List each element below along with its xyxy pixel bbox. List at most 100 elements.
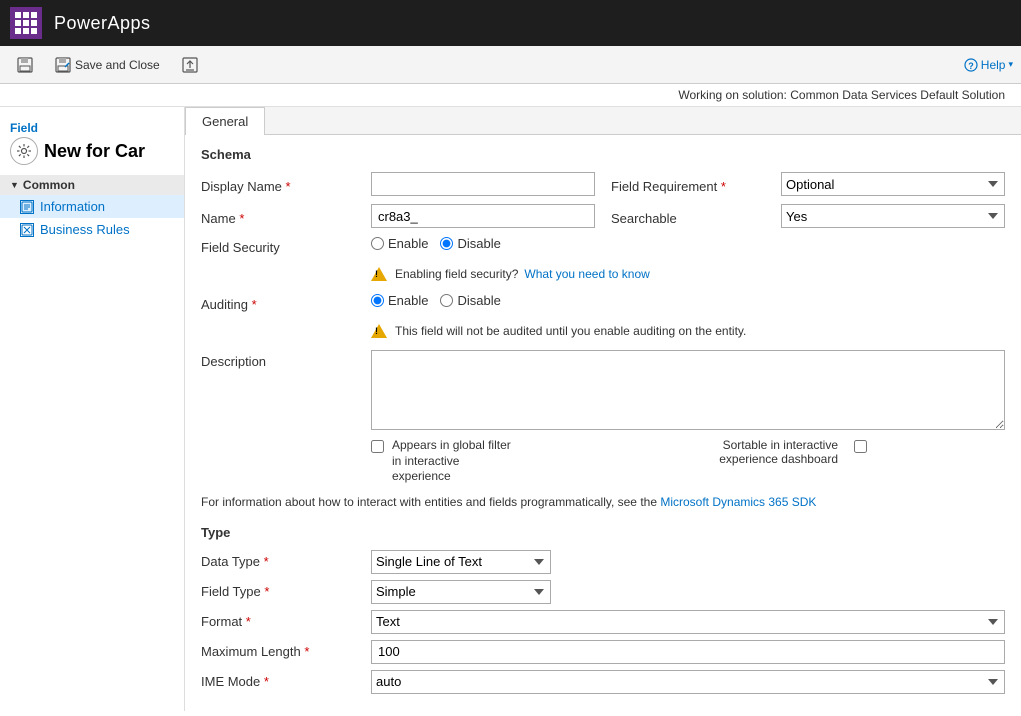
rules-icon bbox=[21, 224, 33, 236]
field-requirement-label: Field Requirement * bbox=[611, 175, 781, 194]
field-security-disable-label: Disable bbox=[457, 236, 500, 251]
field-security-enable-label: Enable bbox=[388, 236, 428, 251]
tab-general-label: General bbox=[202, 114, 248, 129]
display-name-input[interactable] bbox=[371, 172, 595, 196]
help-dropdown-icon: ▾ bbox=[1008, 59, 1013, 70]
save-and-close-label: Save and Close bbox=[75, 58, 160, 72]
display-name-label: Display Name * bbox=[201, 175, 371, 194]
save-and-close-button[interactable]: Save and Close bbox=[46, 53, 169, 77]
field-req-required: * bbox=[721, 179, 726, 194]
field-type-required: * bbox=[264, 584, 269, 599]
field-security-disable-input[interactable] bbox=[440, 237, 453, 250]
data-type-row: Data Type * Single Line of Text bbox=[201, 550, 1005, 574]
field-security-enable-input[interactable] bbox=[371, 237, 384, 250]
name-control[interactable] bbox=[371, 204, 595, 228]
name-row: Name * Searchable Yes bbox=[201, 204, 1005, 228]
type-section-title: Type bbox=[201, 525, 1005, 540]
help-label: Help bbox=[981, 58, 1006, 72]
sdk-link[interactable]: Microsoft Dynamics 365 SDK bbox=[660, 495, 816, 509]
name-input[interactable] bbox=[371, 204, 595, 228]
field-security-control: Enable Disable bbox=[371, 236, 1005, 251]
waffle-grid-icon bbox=[15, 12, 37, 34]
entity-icon bbox=[10, 137, 38, 165]
field-security-row: Field Security Enable Disable bbox=[201, 236, 1005, 255]
export-button[interactable] bbox=[173, 53, 207, 77]
data-type-label: Data Type * bbox=[201, 554, 371, 569]
ime-mode-control: auto bbox=[371, 670, 1005, 694]
sortable-text: Sortable in interactive experience dashb… bbox=[698, 438, 838, 466]
field-type-label: Field Type * bbox=[201, 584, 371, 599]
save-button[interactable] bbox=[8, 53, 42, 77]
section-collapse-icon: ▼ bbox=[10, 180, 19, 190]
auditing-enable-input[interactable] bbox=[371, 294, 384, 307]
what-you-need-to-know-link[interactable]: What you need to know bbox=[524, 267, 649, 281]
entity-header: Field bbox=[0, 115, 184, 169]
section-label: Common bbox=[23, 178, 75, 192]
content-area: General Schema Display Name * bbox=[185, 107, 1021, 711]
tab-general[interactable]: General bbox=[185, 107, 265, 135]
tab-bar: General bbox=[185, 107, 1021, 135]
sidebar-item-business-rules[interactable]: Business Rules bbox=[0, 218, 184, 241]
auditing-row: Auditing * Enable Disable bbox=[201, 293, 1005, 312]
max-length-row: Maximum Length * bbox=[201, 640, 1005, 664]
field-requirement-col: Field Requirement * Optional bbox=[595, 172, 1005, 196]
sidebar: Field bbox=[0, 107, 185, 711]
format-select[interactable]: Text bbox=[371, 610, 1005, 634]
format-control: Text bbox=[371, 610, 1005, 634]
ime-mode-required: * bbox=[264, 674, 269, 689]
app-title: PowerApps bbox=[54, 13, 151, 34]
format-required: * bbox=[246, 614, 251, 629]
solution-bar: Working on solution: Common Data Service… bbox=[0, 84, 1021, 107]
auditing-enable-label: Enable bbox=[388, 293, 428, 308]
description-label: Description bbox=[201, 350, 371, 369]
auditing-disable-radio[interactable]: Disable bbox=[440, 293, 500, 308]
info-link-row: For information about how to interact wi… bbox=[201, 491, 1005, 517]
information-icon bbox=[20, 200, 34, 214]
auditing-warning: This field will not be audited until you… bbox=[201, 320, 1005, 342]
data-type-required: * bbox=[264, 554, 269, 569]
sidebar-item-information[interactable]: Information bbox=[0, 195, 184, 218]
field-type-control: Simple bbox=[371, 580, 1005, 604]
name-col: Name * bbox=[201, 204, 595, 228]
auditing-disable-input[interactable] bbox=[440, 294, 453, 307]
entity-label: Field bbox=[10, 121, 174, 135]
entity-icon-area: New for Car bbox=[10, 137, 174, 165]
max-length-input[interactable] bbox=[371, 640, 1005, 664]
toolbar: Save and Close ? Help ▾ bbox=[0, 46, 1021, 84]
max-length-control bbox=[371, 640, 1005, 664]
field-requirement-control: Optional bbox=[781, 172, 1005, 196]
form-content: Schema Display Name * Field Requirement … bbox=[185, 135, 1021, 711]
auditing-disable-label: Disable bbox=[457, 293, 500, 308]
schema-section-title: Schema bbox=[201, 147, 1005, 162]
waffle-menu[interactable] bbox=[10, 7, 42, 39]
data-type-select[interactable]: Single Line of Text bbox=[371, 550, 551, 574]
sortable-checkbox[interactable] bbox=[854, 440, 867, 453]
main-layout: Field bbox=[0, 107, 1021, 711]
global-filter-label: Appears in global filter in interactive … bbox=[392, 438, 512, 485]
global-filter-col: Appears in global filter in interactive … bbox=[371, 438, 678, 485]
description-textarea[interactable] bbox=[371, 350, 1005, 430]
sidebar-item-information-label: Information bbox=[40, 199, 105, 214]
auditing-required: * bbox=[252, 297, 257, 312]
searchable-label: Searchable bbox=[611, 207, 781, 226]
field-security-label: Field Security bbox=[201, 236, 371, 255]
field-requirement-select[interactable]: Optional bbox=[781, 172, 1005, 196]
field-security-enable-radio[interactable]: Enable bbox=[371, 236, 428, 251]
field-security-disable-radio[interactable]: Disable bbox=[440, 236, 500, 251]
global-filter-checkbox[interactable] bbox=[371, 440, 384, 453]
auditing-enable-radio[interactable]: Enable bbox=[371, 293, 428, 308]
max-length-label: Maximum Length * bbox=[201, 644, 371, 659]
help-button[interactable]: ? Help ▾ bbox=[964, 58, 1013, 72]
display-name-control[interactable] bbox=[371, 172, 595, 196]
auditing-label: Auditing * bbox=[201, 293, 371, 312]
ime-mode-select[interactable]: auto bbox=[371, 670, 1005, 694]
business-rules-icon bbox=[20, 223, 34, 237]
searchable-select[interactable]: Yes bbox=[781, 204, 1005, 228]
entity-name: New for Car bbox=[44, 141, 145, 162]
ime-mode-row: IME Mode * auto bbox=[201, 670, 1005, 694]
data-type-control: Single Line of Text bbox=[371, 550, 1005, 574]
auditing-warning-text: This field will not be audited until you… bbox=[395, 324, 746, 338]
field-type-select[interactable]: Simple bbox=[371, 580, 551, 604]
name-required: * bbox=[239, 211, 244, 226]
field-security-warning-text: Enabling field security? bbox=[395, 267, 518, 281]
